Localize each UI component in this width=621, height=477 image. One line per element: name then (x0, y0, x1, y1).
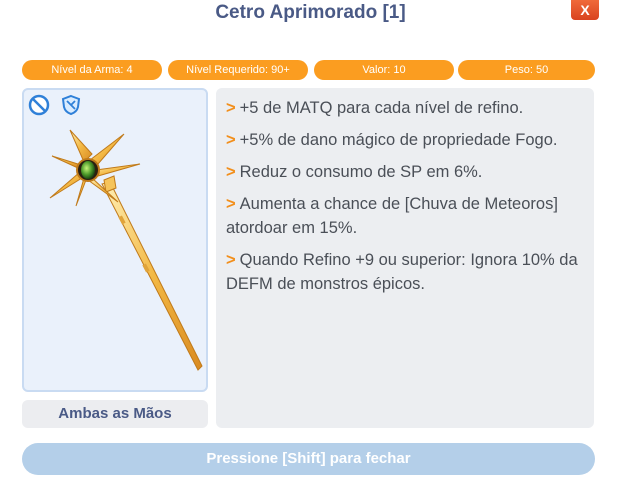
description-text: Reduz o consumo de SP em 6%. (239, 163, 483, 181)
description-text: +5 de MATQ para cada nível de refino. (239, 99, 524, 117)
bullet-arrow: > (226, 99, 236, 117)
value-badge: Valor: 10 (314, 60, 454, 80)
required-level-badge: Nível Requerido: 90+ (168, 60, 308, 80)
description-text: Quando Refino +9 ou superior: Ignora 10%… (226, 251, 578, 293)
item-image-panel (22, 88, 208, 392)
description-line: > Reduz o consumo de SP em 6%. (226, 160, 584, 184)
description-line: > Aumenta a chance de [Chuva de Meteoros]… (226, 192, 584, 240)
bullet-arrow: > (226, 131, 236, 149)
description-line: > +5 de MATQ para cada nível de refino. (226, 96, 584, 120)
description-line: > +5% de dano mágico de propriedade Fogo. (226, 128, 584, 152)
hands-label: Ambas as Mãos (22, 400, 208, 428)
bullet-arrow: > (226, 195, 236, 213)
no-trade-icon (28, 94, 50, 116)
protected-shield-icon (61, 94, 81, 116)
scepter-image (49, 129, 203, 371)
description-panel: > +5 de MATQ para cada nível de refino. >… (216, 88, 594, 428)
bullet-arrow: > (226, 251, 236, 269)
item-title: Cetro Aprimorado [1] (215, 2, 406, 23)
description-text: +5% de dano mágico de propriedade Fogo. (239, 131, 558, 149)
description-line: > Quando Refino +9 ou superior: Ignora 10… (226, 248, 584, 296)
close-icon: X (580, 2, 590, 18)
close-button[interactable]: X (571, 0, 599, 20)
weapon-level-badge: Nível da Arma: 4 (22, 60, 162, 80)
bullet-arrow: > (226, 163, 236, 181)
weight-badge: Peso: 50 (458, 60, 595, 80)
shift-close-button[interactable]: Pressione [Shift] para fechar (22, 443, 595, 475)
description-text: Aumenta a chance de [Chuva de Meteoros] … (226, 195, 558, 237)
